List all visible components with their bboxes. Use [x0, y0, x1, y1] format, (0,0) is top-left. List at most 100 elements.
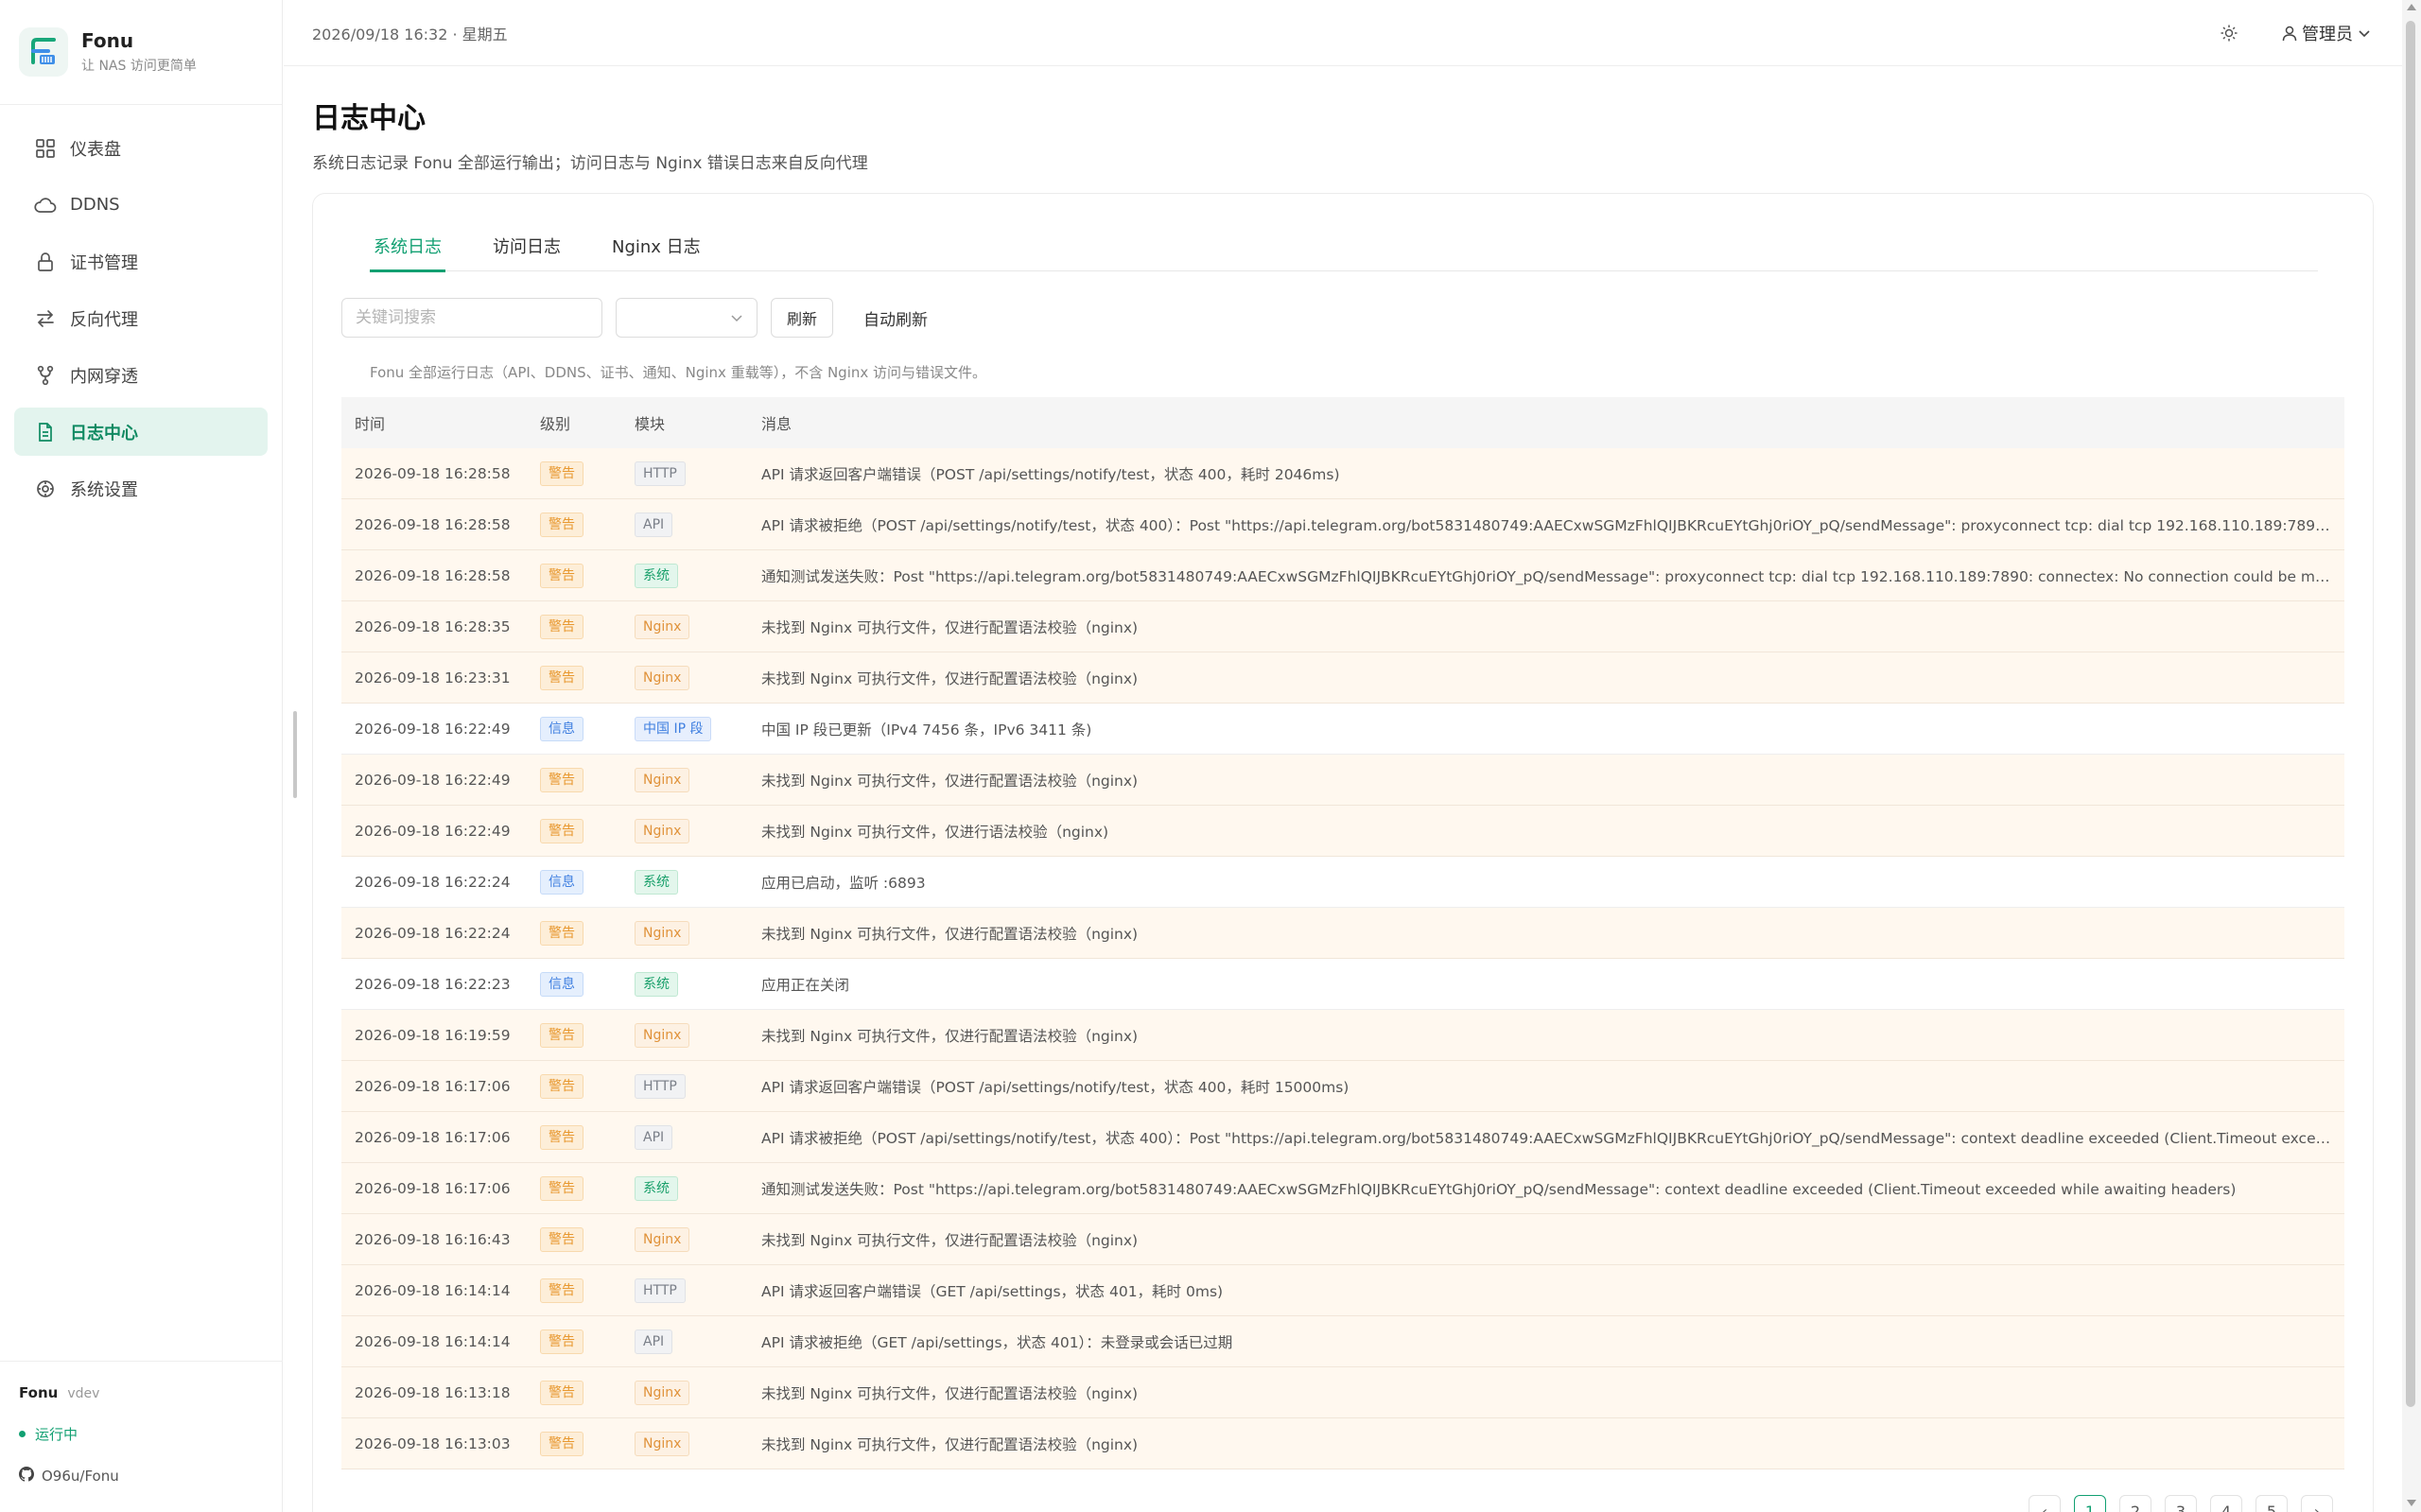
sidebar-item-dashboard[interactable]: 仪表盘 [14, 124, 268, 172]
log-message: 未找到 Nginx 可执行文件，仅进行配置语法校验（nginx) [761, 1027, 1139, 1045]
page-header: 日志中心 系统日志记录 Fonu 全部运行输出；访问日志与 Nginx 错误日志… [312, 95, 868, 173]
log-time: 2026-09-18 16:17:06 [355, 1128, 511, 1146]
tab-access-logs[interactable]: 访问日志 [489, 220, 565, 271]
table-row[interactable]: 2026-09-18 16:17:06 警告 API API 请求被拒绝（POST /… [341, 1112, 2344, 1163]
module-cell: Nginx [635, 920, 761, 946]
sidebar-item-label: DDNS [70, 195, 120, 215]
page-number-button[interactable]: 4 [2210, 1495, 2242, 1512]
page-number-button[interactable]: 1 [2074, 1495, 2106, 1512]
current-datetime: 2026/09/18 16:32 · 星期五 [312, 25, 508, 43]
chevron-down-icon [731, 315, 742, 322]
table-row[interactable]: 2026-09-18 16:14:14 警告 API API 请求被拒绝（GET /a… [341, 1316, 2344, 1367]
table-row[interactable]: 2026-09-18 16:19:59 警告 Nginx 未找到 Nginx 可执行文… [341, 1010, 2344, 1061]
log-message: 通知测试发送失败：Post "https://api.telegram.org/… [761, 1180, 2237, 1198]
log-tabs: 系统日志 访问日志 Nginx 日志 [370, 220, 2318, 272]
table-row[interactable]: 2026-09-18 16:28:58 警告 HTTP API 请求返回客户端错误（P… [341, 448, 2344, 499]
level-cell: 信息 [540, 716, 635, 741]
tab-nginx-logs[interactable]: Nginx 日志 [608, 220, 705, 271]
log-message: API 请求返回客户端错误（GET /api/settings，状态 401，耗… [761, 1282, 1224, 1300]
table-row[interactable]: 2026-09-18 16:13:18 警告 Nginx 未找到 Nginx 可执行文… [341, 1367, 2344, 1418]
table-row[interactable]: 2026-09-18 16:22:49 警告 Nginx 未找到 Nginx 可执行文… [341, 755, 2344, 806]
sidebar-item-logs[interactable]: 日志中心 [14, 408, 268, 456]
level-cell: 警告 [540, 767, 635, 792]
module-cell: Nginx [635, 1226, 761, 1252]
tab-system-logs[interactable]: 系统日志 [370, 220, 445, 272]
page-number-button[interactable]: 3 [2165, 1495, 2197, 1512]
table-row[interactable]: 2026-09-18 16:14:14 警告 HTTP API 请求返回客户端错误（G… [341, 1265, 2344, 1316]
module-cell: Nginx [635, 614, 761, 639]
sidebar-item-tunnel[interactable]: 内网穿透 [14, 351, 268, 399]
module-badge: Nginx [635, 1022, 690, 1048]
repo-link[interactable]: O96u/Fonu [19, 1467, 264, 1486]
level-cell: 警告 [540, 1022, 635, 1048]
page-number-button[interactable]: 5 [2256, 1495, 2288, 1512]
table-row[interactable]: 2026-09-18 16:28:58 警告 API API 请求被拒绝（POST /… [341, 499, 2344, 550]
table-row[interactable]: 2026-09-18 16:22:49 警告 Nginx 未找到 Nginx 可执行文… [341, 806, 2344, 857]
column-header-module: 模块 [635, 415, 666, 433]
module-cell: Nginx [635, 767, 761, 792]
module-badge: 中国 IP 段 [635, 716, 712, 741]
level-select[interactable] [616, 298, 758, 338]
level-cell: 警告 [540, 818, 635, 843]
table-row[interactable]: 2026-09-18 16:16:43 警告 Nginx 未找到 Nginx 可执行文… [341, 1214, 2344, 1265]
status-text: 运行中 [35, 1426, 78, 1443]
table-row[interactable]: 2026-09-18 16:17:06 警告 系统 通知测试发送失败：Post "ht… [341, 1163, 2344, 1214]
level-badge: 警告 [540, 1124, 583, 1150]
theme-toggle-button[interactable] [2215, 19, 2243, 47]
page-number-button[interactable]: 2 [2119, 1495, 2151, 1512]
level-badge: 警告 [540, 512, 583, 537]
brand-subtitle: 让 NAS 访问更简单 [81, 59, 197, 74]
page-scrollbar[interactable] [2402, 0, 2421, 1512]
level-badge: 警告 [540, 767, 583, 792]
page-next-button[interactable]: › [2301, 1495, 2333, 1512]
log-message: 通知测试发送失败：Post "https://api.telegram.org/… [761, 567, 2344, 585]
table-row[interactable]: 2026-09-18 16:13:03 警告 Nginx 未找到 Nginx 可执行文… [341, 1418, 2344, 1469]
module-cell: 系统 [635, 971, 761, 997]
brand[interactable]: Fonu 让 NAS 访问更简单 [0, 0, 282, 105]
level-badge: 警告 [540, 1431, 583, 1456]
scroll-down-icon[interactable] [2407, 1500, 2416, 1506]
sidebar-item-ddns[interactable]: DDNS [14, 181, 268, 229]
level-badge: 警告 [540, 1277, 583, 1303]
user-name: 管理员 [2302, 25, 2353, 44]
sidebar-item-settings[interactable]: 系统设置 [14, 464, 268, 513]
log-message: 未找到 Nginx 可执行文件，仅进行配置语法校验（nginx) [761, 1435, 1139, 1453]
file-icon [34, 421, 57, 443]
app-version: vdev [67, 1386, 100, 1401]
page-prev-button[interactable]: ‹ [2029, 1495, 2061, 1512]
module-badge: HTTP [635, 1277, 686, 1303]
sidebar-item-certificates[interactable]: 证书管理 [14, 237, 268, 286]
table-row[interactable]: 2026-09-18 16:28:58 警告 系统 通知测试发送失败：Post "ht… [341, 550, 2344, 601]
level-badge: 警告 [540, 818, 583, 843]
log-message: API 请求返回客户端错误（POST /api/settings/notify/… [761, 465, 1340, 483]
table-row[interactable]: 2026-09-18 16:28:35 警告 Nginx 未找到 Nginx 可执行文… [341, 601, 2344, 652]
sidebar-item-reverse-proxy[interactable]: 反向代理 [14, 294, 268, 342]
scrollbar-thumb[interactable] [2406, 21, 2415, 1407]
refresh-button[interactable]: 刷新 [771, 298, 834, 338]
module-cell: Nginx [635, 1022, 761, 1048]
sidebar-footer: Fonu vdev 运行中 O96u/Fonu [0, 1361, 283, 1512]
module-cell: HTTP [635, 1073, 761, 1099]
table-row[interactable]: 2026-09-18 16:23:31 警告 Nginx 未找到 Nginx 可执行文… [341, 652, 2344, 704]
level-badge: 信息 [540, 716, 583, 741]
auto-refresh-toggle[interactable]: 自动刷新 [863, 306, 928, 330]
log-time: 2026-09-18 16:22:49 [355, 771, 511, 789]
pagination: ‹ 12345 › [2029, 1495, 2333, 1512]
table-row[interactable]: 2026-09-18 16:22:49 信息 中国 IP 段 中国 IP 段已更新（I… [341, 704, 2344, 755]
table-row[interactable]: 2026-09-18 16:22:23 信息 系统 应用正在关闭 [341, 959, 2344, 1010]
log-time: 2026-09-18 16:28:35 [355, 617, 511, 635]
table-row[interactable]: 2026-09-18 16:22:24 警告 Nginx 未找到 Nginx 可执行文… [341, 908, 2344, 959]
level-cell: 警告 [540, 1226, 635, 1252]
sidebar-resize-handle[interactable] [293, 711, 297, 798]
table-row[interactable]: 2026-09-18 16:17:06 警告 HTTP API 请求返回客户端错误（P… [341, 1061, 2344, 1112]
level-cell: 警告 [540, 1380, 635, 1405]
table-row[interactable]: 2026-09-18 16:22:24 信息 系统 应用已启动，监听 :6893 [341, 857, 2344, 908]
module-badge: Nginx [635, 665, 690, 690]
scroll-up-icon[interactable] [2407, 4, 2416, 10]
level-badge: 警告 [540, 1073, 583, 1099]
user-menu-button[interactable]: 管理员 [2281, 21, 2372, 45]
search-input[interactable] [341, 298, 602, 338]
log-table: 时间 级别 模块 消息 2026-09-18 16:28:58 警告 HTTP API… [341, 397, 2344, 1469]
level-badge: 警告 [540, 563, 583, 588]
log-time: 2026-09-18 16:22:49 [355, 822, 511, 840]
